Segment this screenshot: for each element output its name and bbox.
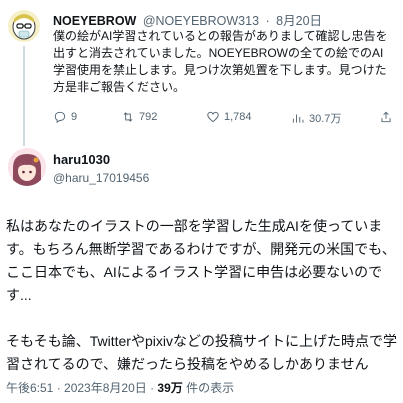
like-button[interactable]: 1,784 <box>206 110 252 124</box>
tweet1-date[interactable]: 8月20日 <box>276 14 322 28</box>
tweet1-display-name[interactable]: NOEYEBROW <box>53 14 136 28</box>
tweet1-handle[interactable]: @NOEYEBROW313 <box>143 14 259 28</box>
tweet1-action-bar: 9 792 1,784 30.7万 <box>53 110 393 126</box>
tweet2-views-label: 件の表示 <box>182 381 235 395</box>
tweet2-text: 私はあなたのイラストの一部を学習した生成AIを使っています。もちろん無断学習であ… <box>6 218 397 372</box>
reply-icon <box>54 111 66 124</box>
tweet2-meta: 午後6:51 · 2023年8月20日 · 39万 件の表示 <box>6 379 234 396</box>
avatar-noeyebrow[interactable] <box>8 10 40 42</box>
reply-count: 9 <box>71 111 78 123</box>
views-icon <box>292 114 304 123</box>
tweet1-text: 僕の絵がAI学習されているとの報告がありまして確認し忠告を出すと消去されていまし… <box>53 29 388 94</box>
retweet-button[interactable]: 792 <box>121 110 157 124</box>
reply-button[interactable]: 9 <box>53 110 77 124</box>
tweet1-header: NOEYEBROW @NOEYEBROW313 · 8月20日 <box>53 10 322 29</box>
share-button[interactable] <box>379 110 393 124</box>
like-icon <box>207 111 219 123</box>
views-button[interactable]: 30.7万 <box>291 110 341 126</box>
retweet-count: 792 <box>139 111 158 123</box>
tweet2-handle[interactable]: @haru_17019456 <box>53 171 149 185</box>
views-count: 30.7万 <box>309 113 342 125</box>
tweet2-views-count: 39万 <box>157 381 183 395</box>
tweet1-separator: · <box>265 14 270 28</box>
tweet2-display-name[interactable]: haru1030 <box>53 152 110 167</box>
share-icon <box>381 111 391 123</box>
avatar-haru1030[interactable] <box>8 148 46 186</box>
thread-line <box>23 46 25 146</box>
like-count: 1,784 <box>224 111 252 123</box>
tweet2-timestamp[interactable]: 午後6:51 · 2023年8月20日 · <box>6 381 157 395</box>
retweet-icon <box>123 112 133 122</box>
